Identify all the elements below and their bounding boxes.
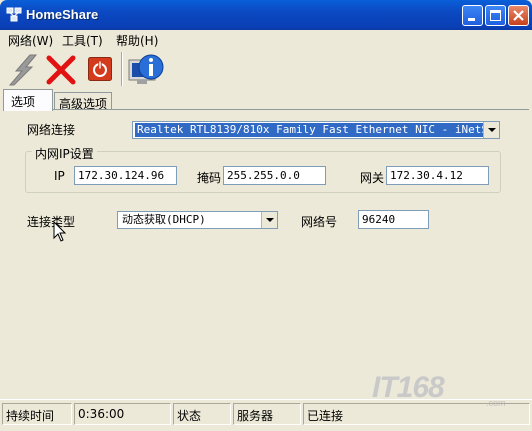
close-icon [513,10,524,21]
menu-help[interactable]: 帮助(H) [116,32,158,49]
mouse-cursor-icon [53,221,67,242]
info-icon [128,54,164,84]
network-label: 网络连接 [27,123,76,137]
status-duration-label: 持续时间 [2,403,72,425]
app-window: HomeShare 网络(W) 工具(T) 帮助(H) 高级选项 选项 网络连接… [0,0,532,430]
network-select-value: Realtek RTL8139/810x Family Fast Etherne… [135,123,499,137]
status-state-label: 状态 [173,403,231,425]
tab-advanced[interactable]: 高级选项 [54,92,112,111]
maximize-button[interactable] [485,5,506,26]
toolbar-separator [121,52,123,86]
status-connection-state: 已连接 [303,403,530,425]
network-app-icon [6,7,22,22]
window-title: HomeShare [26,7,99,22]
minimize-icon [468,18,475,21]
about-button[interactable] [127,52,165,91]
netid-field[interactable]: 96240 [358,210,429,229]
status-server-label: 服务器 [233,403,301,425]
gateway-label: 网关 [360,171,385,185]
menu-network[interactable]: 网络(W) [8,32,53,49]
chevron-down-icon[interactable] [261,212,277,228]
gateway-field[interactable]: 172.30.4.12 [386,166,489,185]
network-select[interactable]: Realtek RTL8139/810x Family Fast Etherne… [132,121,500,139]
menu-bar: 网络(W) 工具(T) 帮助(H) [0,30,532,48]
mask-label: 掩码 [197,171,222,185]
lan-group-title: 内网IP设置 [32,145,97,162]
power-button[interactable] [88,57,112,84]
tab-options[interactable]: 选项 [3,89,53,111]
conn-type-select[interactable]: 动态获取(DHCP) [117,211,278,229]
minimize-button[interactable] [462,5,483,26]
ip-field[interactable]: 172.30.124.96 [74,166,177,185]
conn-type-value: 动态获取(DHCP) [122,213,206,226]
netid-label: 网络号 [301,215,338,229]
close-button[interactable] [508,5,529,26]
status-duration-value: 0:36:00 [74,403,171,425]
connect-button[interactable] [6,53,40,90]
maximize-icon [490,10,501,21]
ip-label: IP [54,169,65,183]
conn-type-label: 连接类型 [27,215,76,229]
disconnect-x-icon [46,55,76,85]
connect-lightning-icon [8,54,38,86]
menu-tools[interactable]: 工具(T) [62,32,103,49]
mask-field[interactable]: 255.255.0.0 [223,166,326,185]
title-bar[interactable]: HomeShare [0,0,532,30]
disconnect-button[interactable] [45,54,77,89]
chevron-down-icon[interactable] [483,122,499,138]
power-icon [88,57,112,81]
